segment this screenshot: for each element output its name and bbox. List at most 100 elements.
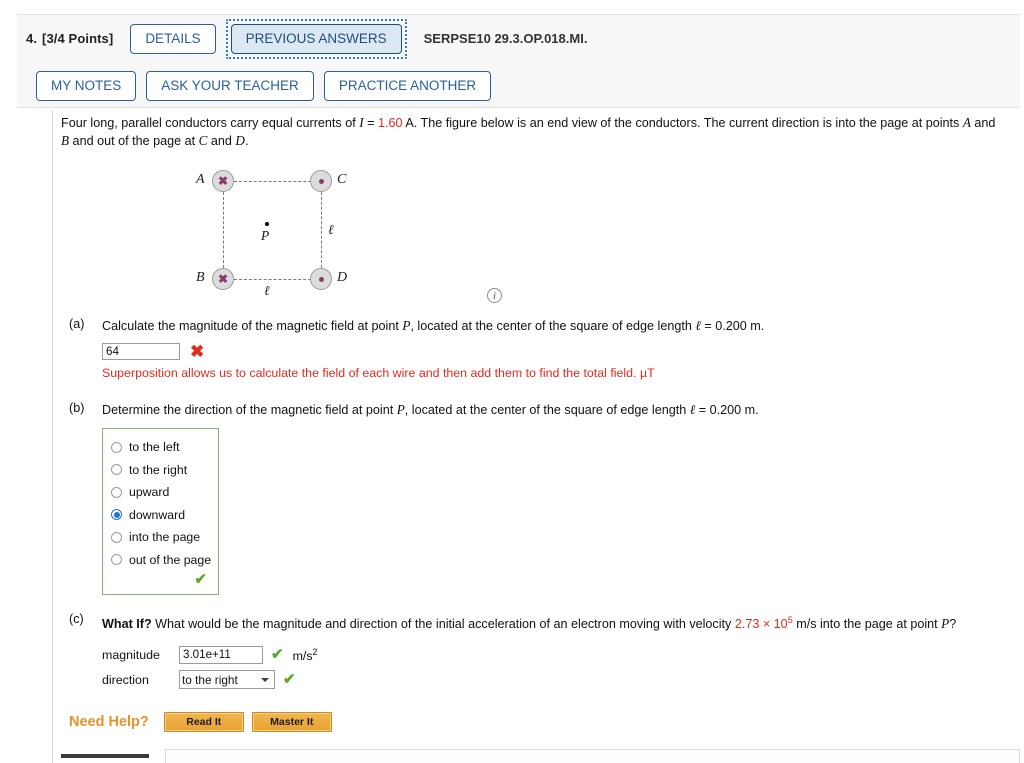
radio-button-icon[interactable] [111,531,122,543]
conj-1: and [970,116,996,130]
magnitude-unit-exponent: 2 [312,646,318,657]
part-b-radio-group[interactable]: to the left to the right upward downward… [102,428,219,595]
question-number: 4. [26,31,38,46]
radio-option-label: out of the page [129,552,212,567]
part-c-fields: magnitude ✔ m/s2 direction to the leftto… [102,644,1011,690]
radio-option-downward[interactable]: downward [111,504,210,527]
problem-text-2: A. The figure below is an end view of th… [402,116,963,130]
part-b-result-row: ✔ [111,571,210,590]
point-a-ref: A [962,115,971,130]
question-body: Four long, parallel conductors carry equ… [61,114,1011,732]
direction-row: direction to the leftto the rightupwardd… [102,669,1011,690]
radio-button-icon[interactable] [111,486,122,498]
content-left-divider [52,110,53,763]
radio-option-label: into the page [129,530,201,545]
part-b-question: Determine the direction of the magnetic … [102,401,1011,419]
problem-statement: Four long, parallel conductors carry equ… [61,114,1006,150]
radio-option-label: to the left [129,440,180,455]
problem-text-1: Four long, parallel conductors carry equ… [61,116,360,130]
part-a-q-text-1: Calculate the magnitude of the magnetic … [102,319,403,333]
edge-length-label-right: ℓ [328,222,334,237]
radio-option-label: downward [129,507,186,522]
header-row-secondary: MY NOTES ASK YOUR TEACHER PRACTICE ANOTH… [17,62,1020,109]
part-a-answer-input[interactable] [102,343,180,360]
radio-button-icon[interactable] [111,441,122,453]
part-b-q-text-3: = 0.200 m. [695,403,759,417]
direction-select-wrapper[interactable]: to the leftto the rightupwarddownwardint… [179,670,275,690]
incorrect-icon: ✖ [190,342,205,361]
radio-button-icon[interactable] [111,554,122,566]
details-button[interactable]: DETAILS [130,23,216,54]
edge-bottom-dashed [234,279,321,280]
points-value: [3/4 Points] [42,31,114,46]
part-c-body: What If? What would be the magnitude and… [102,612,1011,690]
part-a-answer-row: ✖ [102,343,1011,360]
practice-another-button[interactable]: PRACTICE ANOTHER [323,70,492,101]
info-icon[interactable]: i [487,288,502,303]
need-help-label: Need Help? [69,714,149,730]
ask-your-teacher-button[interactable]: ASK YOUR TEACHER [146,70,314,101]
radio-option-into-the-page[interactable]: into the page [111,526,210,549]
need-help-row: Need Help? Read It Master It [69,712,340,732]
radio-option-to-the-left[interactable]: to the left [111,436,210,459]
part-c-q-text-2: m/s into the page at point [792,617,942,632]
part-b-q-text-2: , located at the center of the square of… [404,403,690,417]
part-c: (c) What If? What would be the magnitude… [61,612,1011,690]
correct-icon: ✔ [194,571,207,588]
direction-select[interactable]: to the leftto the rightupwarddownwardint… [179,670,275,690]
master-it-button[interactable]: Master It [251,712,332,732]
part-a-unit: µT [639,366,655,380]
edge-top-dashed [234,181,321,182]
conductor-square-figure: ✖ ✖ A C B D P ℓ ℓ [136,164,596,309]
radio-option-to-the-right[interactable]: to the right [111,459,210,482]
radio-option-upward[interactable]: upward [111,481,210,504]
figure-label-c: C [337,172,347,187]
previous-answers-focus-ring: PREVIOUS ANSWERS [225,18,407,59]
magnitude-unit: m/s2 [293,647,318,663]
conj-2: and [207,134,236,148]
current-out-of-page-icon [318,178,324,184]
direction-label: direction [102,672,149,687]
header-row-primary: 4. [3/4 Points] DETAILS PREVIOUS ANSWERS … [17,15,1020,62]
part-a-tag: (a) [69,317,85,331]
part-b-tag: (b) [69,401,85,415]
previous-answers-button[interactable]: PREVIOUS ANSWERS [230,23,402,54]
velocity-value: 2.73 × 10 [734,617,788,632]
edge-right-dashed [321,192,322,268]
point-p-dot [265,222,269,226]
radio-button-icon[interactable] [111,464,122,476]
radio-button-icon-selected[interactable] [111,509,122,521]
problem-text-3: and out of the page at [69,134,199,148]
radio-option-label: upward [129,485,170,500]
part-b-body: Determine the direction of the magnetic … [102,401,1011,595]
next-section-divider [61,754,149,758]
part-b: (b) Determine the direction of the magne… [61,401,1011,595]
next-question-panel [165,749,1020,763]
correct-icon: ✔ [283,671,296,689]
magnitude-row: magnitude ✔ m/s2 [102,644,1011,665]
magnitude-input[interactable] [179,645,263,664]
part-a-body: Calculate the magnitude of the magnetic … [102,317,1011,381]
read-it-button[interactable]: Read It [163,712,244,732]
conductor-node-a: ✖ [212,170,234,192]
my-notes-button[interactable]: MY NOTES [36,70,137,101]
conductor-node-b: ✖ [212,268,234,290]
part-b-q-text-1: Determine the direction of the magnetic … [102,403,397,417]
part-a-question: Calculate the magnitude of the magnetic … [102,317,1011,335]
part-c-question: What If? What would be the magnitude and… [102,612,1011,633]
radio-option-label: to the right [129,462,188,477]
current-into-page-icon: ✖ [217,272,229,286]
equals-sign: = [363,116,379,130]
figure-label-b: B [196,270,205,285]
radio-option-out-of-the-page[interactable]: out of the page [111,549,212,572]
point-d-ref: D [235,133,245,148]
question-header-panel: 4. [3/4 Points] DETAILS PREVIOUS ANSWERS … [17,14,1020,108]
magnitude-label: magnitude [102,647,160,662]
figure-label-p: P [261,228,270,243]
current-out-of-page-icon [318,276,324,282]
problem-period: . [244,134,249,148]
need-help-section: Need Help? Read It Master It [69,712,340,732]
edge-left-dashed [223,192,224,268]
problem-id-label: SERPSE10 29.3.OP.018.MI. [423,31,588,46]
edge-length-label-bottom: ℓ [264,283,270,298]
